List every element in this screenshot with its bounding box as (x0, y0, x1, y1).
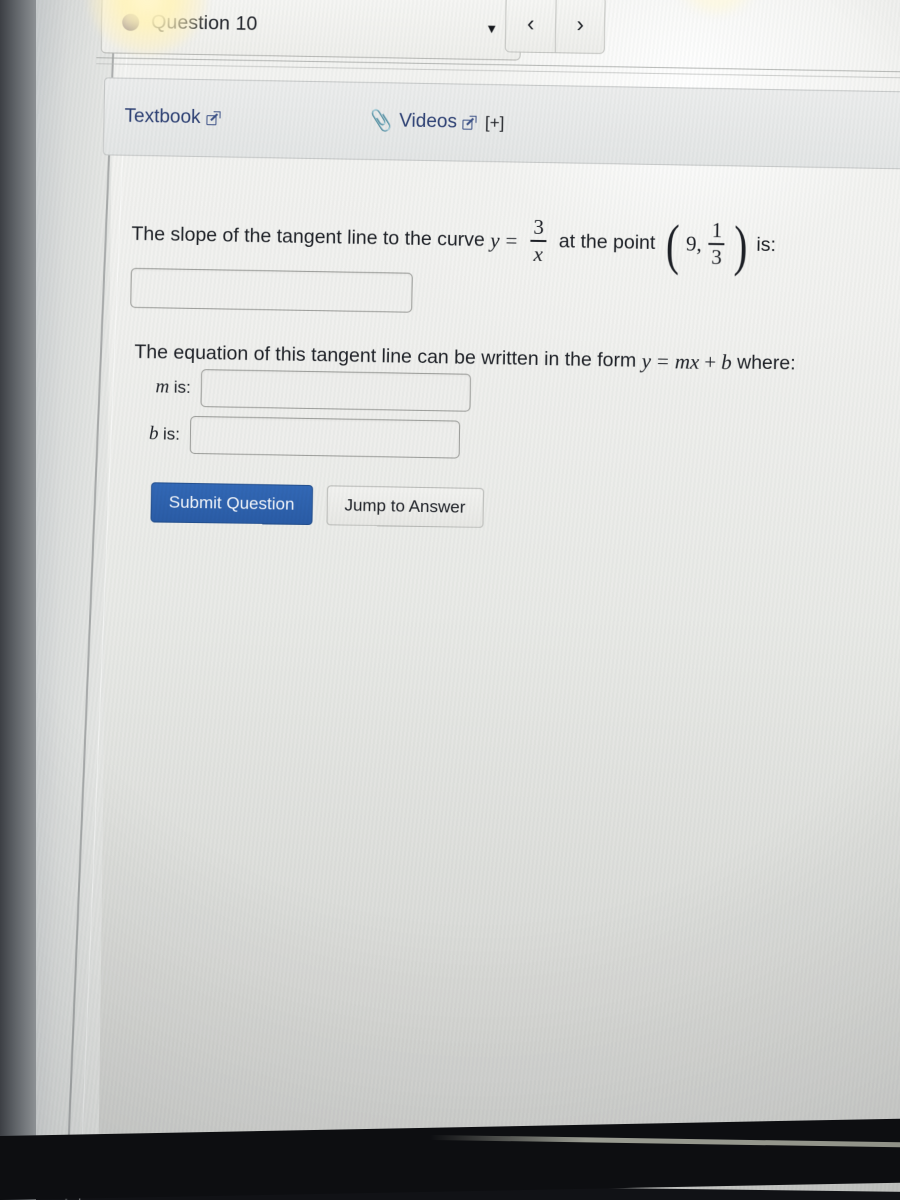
b-input[interactable] (189, 415, 461, 459)
submit-question-button[interactable]: Submit Question (150, 482, 313, 525)
next-question-button[interactable]: › (554, 0, 605, 54)
form-b: b (720, 350, 732, 375)
action-button-row: Submit Question Jump to Answer (150, 482, 484, 528)
point-y-fraction: 1 3 (708, 217, 725, 270)
prompt-text-part3: is: (756, 233, 777, 256)
question-nav-group[interactable]: ‹ › (504, 0, 606, 55)
form-variable-y: y (641, 348, 652, 373)
m-field-row: m is: (126, 368, 472, 412)
question-title: Question 10 (150, 10, 258, 35)
textbook-label: Textbook (124, 105, 201, 129)
m-field-label: m is: (127, 376, 191, 399)
videos-label: Videos (399, 110, 458, 133)
paperclip-icon: 📎 (367, 109, 395, 134)
b-label-text: is: (162, 424, 181, 444)
laptop-screen-panel: Question 10 ▼ ‹ › Textbook 📎 Videos [+] … (0, 0, 900, 1200)
textbook-link[interactable]: Textbook (124, 105, 221, 130)
photo-of-laptop-screen: Question 10 ▼ ‹ › Textbook 📎 Videos [+] … (0, 0, 900, 1200)
curve-denominator: x (533, 241, 544, 267)
equation-text-part2: where: (736, 351, 796, 375)
curve-fraction: 3 x (530, 214, 547, 267)
prompt-text-part1: The slope of the tangent line to the cur… (131, 222, 486, 251)
videos-link[interactable]: 📎 Videos (367, 109, 478, 135)
prompt-text-part2: at the point (558, 230, 656, 254)
jump-to-answer-button[interactable]: Jump to Answer (326, 485, 484, 528)
header-divider-2 (96, 63, 900, 79)
point-y-denominator: 3 (711, 244, 722, 270)
form-mx: mx (674, 349, 700, 374)
b-field-row: b is: (116, 415, 461, 459)
b-label-variable: b (148, 423, 159, 445)
curve-numerator: 3 (533, 214, 545, 240)
point-y-numerator: 1 (711, 217, 723, 243)
photo-left-surround (0, 0, 36, 1200)
problem-prompt: The slope of the tangent line to the cur… (131, 210, 777, 277)
curve-variable-y: y (490, 227, 500, 252)
question-header-bar[interactable]: Question 10 ▼ (100, 0, 522, 61)
external-link-icon (462, 115, 478, 130)
m-label-variable: m (155, 376, 170, 398)
point-coordinate: ( 9, 1 3 ) (663, 214, 751, 277)
chevron-down-icon[interactable]: ▼ (485, 20, 498, 35)
form-plus: + (704, 349, 717, 375)
resource-bar: Textbook 📎 Videos [+] (102, 77, 900, 170)
m-input[interactable] (200, 369, 472, 412)
expand-resources-toggle[interactable]: [+] (485, 113, 505, 133)
equation-text-part1: The equation of this tangent line can be… (134, 340, 637, 372)
slope-answer-input[interactable] (130, 267, 413, 313)
point-x-value: 9, (685, 231, 702, 256)
question-status-dot (122, 13, 140, 31)
b-field-label: b is: (116, 423, 180, 446)
form-equals: = (656, 349, 670, 374)
external-link-icon (206, 110, 221, 125)
equals-sign: = (505, 228, 518, 253)
previous-question-button[interactable]: ‹ (506, 0, 556, 52)
m-label-text: is: (173, 377, 191, 397)
lms-question-page: Question 10 ▼ ‹ › Textbook 📎 Videos [+] … (77, 0, 900, 1196)
